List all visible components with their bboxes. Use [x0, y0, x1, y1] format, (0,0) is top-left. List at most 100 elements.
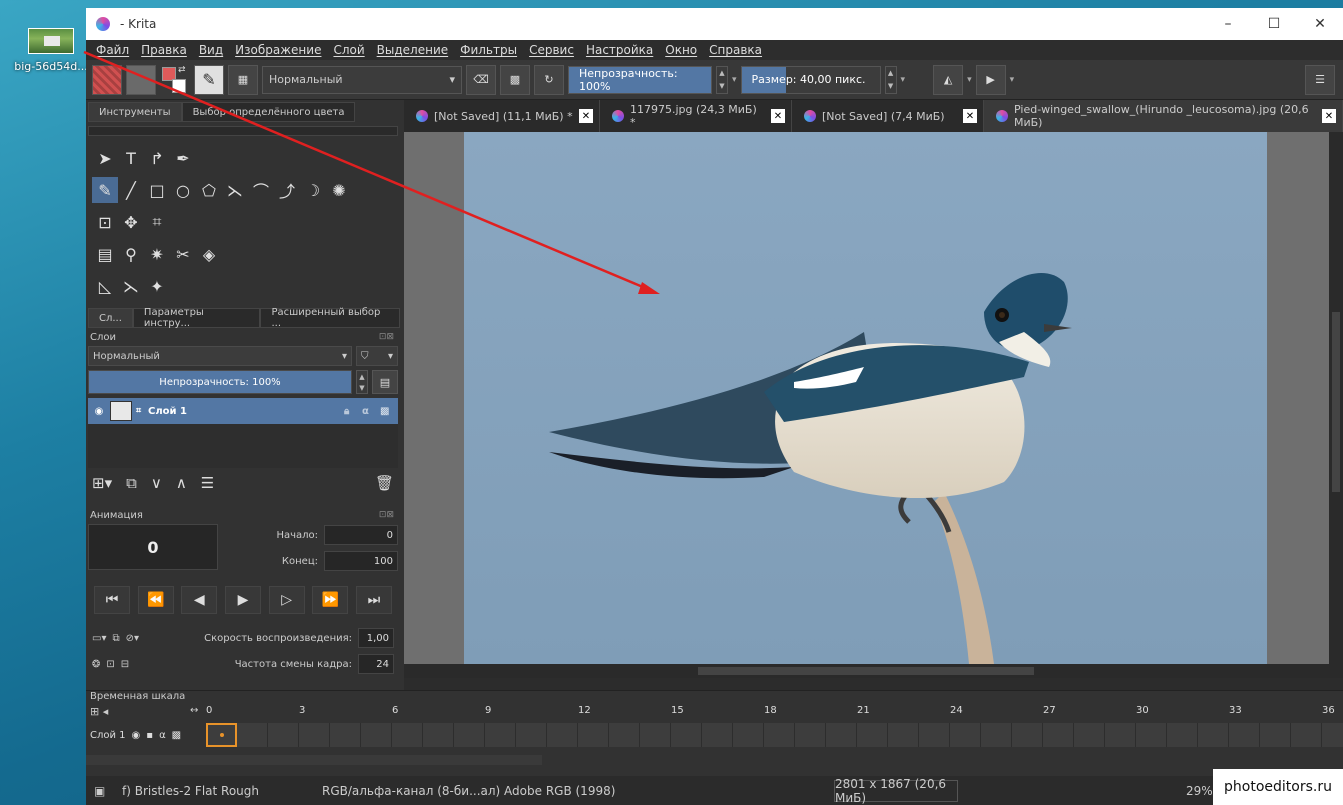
timeline-frame-cell[interactable]: [950, 723, 981, 747]
layer-blend-mode-select[interactable]: Нормальный ▾: [88, 346, 352, 366]
gradient-preset-button[interactable]: [92, 64, 122, 95]
canvas[interactable]: [404, 132, 1343, 664]
timeline-frame-cell[interactable]: [423, 723, 454, 747]
speed-field[interactable]: 1,00: [358, 628, 394, 648]
timeline-frame-cell[interactable]: [578, 723, 609, 747]
move-layer-down-icon[interactable]: ∨: [151, 474, 162, 492]
background-color-swatch[interactable]: [172, 78, 186, 93]
tab-advanced-color[interactable]: Расширенный выбор ...: [260, 307, 400, 329]
auto-frame-icon[interactable]: ⊘▾: [126, 633, 139, 644]
timeline-add-icon[interactable]: ⊞ ◂: [90, 705, 108, 718]
current-frame-field[interactable]: 0: [88, 524, 218, 570]
menu-image[interactable]: Изображение: [229, 43, 327, 57]
timeline-frame-cell[interactable]: [764, 723, 795, 747]
close-tab-icon[interactable]: ✕: [771, 109, 785, 123]
timeline-frame-cell[interactable]: [299, 723, 330, 747]
rectangle-tool-icon[interactable]: □: [144, 177, 170, 203]
menu-window[interactable]: Окно: [659, 43, 703, 57]
timeline-frame-cell[interactable]: [857, 723, 888, 747]
move-tool-icon[interactable]: ✥: [118, 209, 144, 235]
timeline-frame-cell[interactable]: [609, 723, 640, 747]
timeline-frame-cell[interactable]: [702, 723, 733, 747]
layer-opacity-slider[interactable]: Непрозрачность: 100%: [88, 370, 352, 394]
timeline-frame-cell[interactable]: [206, 723, 237, 747]
mirror-horizontal-icon[interactable]: ◭: [933, 64, 964, 95]
layer-opacity-spinner[interactable]: ▲ ▼: [356, 370, 368, 394]
start-frame-field[interactable]: 0: [324, 525, 398, 545]
timeline-frame-cell[interactable]: [330, 723, 361, 747]
close-tab-icon[interactable]: ✕: [1322, 109, 1336, 123]
play-icon[interactable]: ▶: [224, 586, 261, 614]
timeline-frame-cell[interactable]: [1136, 723, 1167, 747]
polygon-tool-icon[interactable]: ⬠: [196, 177, 222, 203]
timeline-ruler[interactable]: 0 3 6 9 12 15 18 21 24 27 30 33 36: [206, 705, 1343, 721]
hamburger-menu-icon[interactable]: ☰: [1305, 64, 1335, 95]
timeline-frame-cell[interactable]: [1322, 723, 1343, 747]
panel-float-close-icon[interactable]: ⊡⊠: [379, 510, 394, 520]
timeline-frame-cell[interactable]: [547, 723, 578, 747]
status-zoom[interactable]: 29%: [1186, 784, 1213, 798]
alpha-icon[interactable]: α: [362, 406, 380, 417]
dynamic-brush-icon[interactable]: ☽: [300, 177, 326, 203]
measure-tool-icon[interactable]: ◺: [92, 273, 118, 299]
menu-edit[interactable]: Правка: [135, 43, 193, 57]
fps-field[interactable]: 24: [358, 654, 394, 674]
pin-icon[interactable]: ▩: [172, 730, 181, 741]
swap-colors-icon[interactable]: ⇄: [178, 65, 186, 75]
crop-tool-icon[interactable]: ⌗: [144, 209, 170, 235]
opacity-slider[interactable]: Непрозрачность: 100%: [568, 65, 712, 94]
timeline-frame-cell[interactable]: [1291, 723, 1322, 747]
menu-file[interactable]: Файл: [90, 43, 135, 57]
freehand-path-icon[interactable]: ⤴: [274, 177, 300, 203]
move-layer-up-icon[interactable]: ∧: [176, 474, 187, 492]
maximize-button[interactable]: ☐: [1251, 8, 1297, 40]
layer-filter-button[interactable]: ⛉ ▾: [356, 346, 398, 366]
next-keyframe-icon[interactable]: ⏩: [312, 586, 349, 614]
layer-properties-icon[interactable]: ▤: [372, 370, 398, 394]
alpha-lock-icon[interactable]: ▩: [500, 64, 530, 95]
add-keyframe-icon[interactable]: ⊡: [106, 659, 114, 670]
brush-preset-button[interactable]: ✎: [194, 64, 224, 95]
size-menu-icon[interactable]: ▾: [901, 75, 906, 85]
prev-frame-icon[interactable]: ◀: [181, 586, 218, 614]
colorize-mask-icon[interactable]: ✂: [170, 241, 196, 267]
timeline-frame-cell[interactable]: [454, 723, 485, 747]
remove-keyframe-icon[interactable]: ⊟: [121, 659, 129, 670]
tab-tool-options[interactable]: Параметры инстру...: [132, 307, 261, 329]
select-shapes-icon[interactable]: ➤: [92, 145, 118, 171]
lock-icon[interactable]: 🔒︎: [344, 406, 362, 417]
timeline-frame-cell[interactable]: [392, 723, 423, 747]
reference-tool-icon[interactable]: ✦: [144, 273, 170, 299]
alpha-icon[interactable]: α: [159, 730, 166, 741]
drop-frames-icon[interactable]: ⧉: [112, 633, 119, 644]
add-layer-icon[interactable]: ⊞▾: [92, 474, 112, 492]
edit-shapes-icon[interactable]: ↱: [144, 145, 170, 171]
gradient-tool-icon[interactable]: ▤: [92, 241, 118, 267]
first-frame-icon[interactable]: ⏮: [94, 586, 130, 614]
timeline-frame-cell[interactable]: [237, 723, 268, 747]
inherit-alpha-icon[interactable]: ▩: [380, 406, 398, 417]
prev-keyframe-icon[interactable]: ⏪: [137, 586, 174, 614]
close-tab-icon[interactable]: ✕: [579, 109, 593, 123]
line-tool-icon[interactable]: ╱: [118, 177, 144, 203]
eye-icon[interactable]: ◉: [132, 730, 141, 741]
size-slider[interactable]: Размер: 40,00 пикс.: [740, 65, 881, 94]
tab-layers[interactable]: Сл...: [88, 308, 133, 328]
timeline-frame-cell[interactable]: [516, 723, 547, 747]
desktop-file-icon[interactable]: big-56d54d...: [14, 28, 88, 73]
onion-skin-icon[interactable]: ▭▾: [92, 633, 106, 644]
mirror-v-menu-icon[interactable]: ▾: [1010, 75, 1015, 85]
menu-view[interactable]: Вид: [193, 43, 229, 57]
timeline-frame-cell[interactable]: [1229, 723, 1260, 747]
menu-tools[interactable]: Сервис: [523, 43, 580, 57]
timeline-track[interactable]: [206, 723, 1343, 747]
next-frame-icon[interactable]: ▷: [268, 586, 305, 614]
tab-color-select[interactable]: Выбор определённого цвета: [181, 102, 356, 122]
tab-tools[interactable]: Инструменты: [88, 102, 182, 122]
fill-tool-icon[interactable]: ◈: [196, 241, 222, 267]
layer-item[interactable]: ◉ ⌗ Слой 1 🔒︎ α ▩: [88, 398, 398, 424]
eye-icon[interactable]: ◉: [88, 406, 110, 417]
horizontal-scrollbar[interactable]: [404, 664, 1343, 678]
color-picker-icon[interactable]: ⚲: [118, 241, 144, 267]
timeline-frame-cell[interactable]: [1074, 723, 1105, 747]
